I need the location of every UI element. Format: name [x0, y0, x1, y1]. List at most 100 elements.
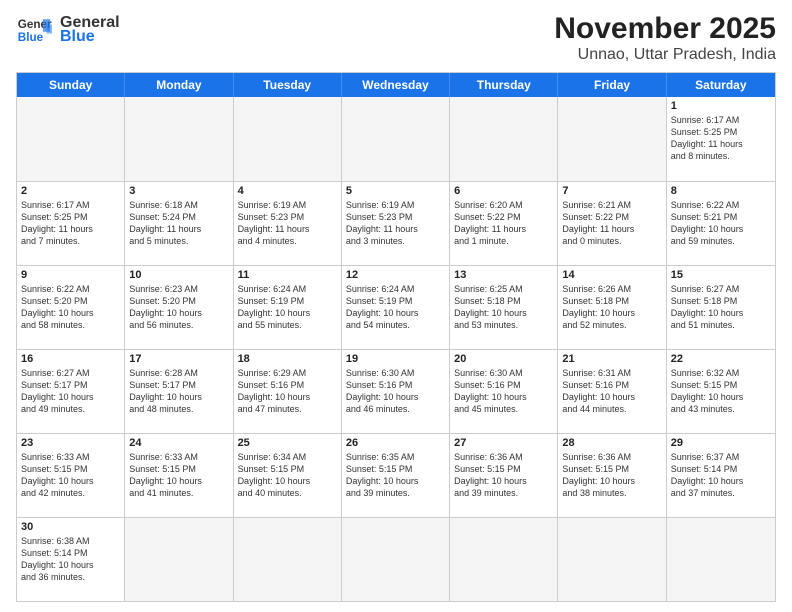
day-info: Sunrise: 6:19 AM Sunset: 5:23 PM Dayligh…: [346, 199, 445, 248]
calendar-cell: 26Sunrise: 6:35 AM Sunset: 5:15 PM Dayli…: [342, 434, 450, 517]
day-info: Sunrise: 6:22 AM Sunset: 5:20 PM Dayligh…: [21, 283, 120, 332]
day-number: 27: [454, 437, 553, 449]
day-info: Sunrise: 6:30 AM Sunset: 5:16 PM Dayligh…: [346, 367, 445, 416]
calendar-cell: [450, 97, 558, 181]
calendar-cell: 24Sunrise: 6:33 AM Sunset: 5:15 PM Dayli…: [125, 434, 233, 517]
day-info: Sunrise: 6:19 AM Sunset: 5:23 PM Dayligh…: [238, 199, 337, 248]
calendar-cell: [450, 518, 558, 601]
day-info: Sunrise: 6:30 AM Sunset: 5:16 PM Dayligh…: [454, 367, 553, 416]
calendar-cell: 23 Sunrise: 6:33 AM Sunset: 5:15 PM Dayli…: [17, 434, 125, 517]
page: General Blue General Blue November 2025 …: [0, 0, 792, 612]
day-number: 11: [238, 269, 337, 281]
calendar-cell: 21 Sunrise: 6:31 AM Sunset: 5:16 PM Dayli…: [558, 350, 666, 433]
calendar-cell: 10Sunrise: 6:23 AM Sunset: 5:20 PM Dayli…: [125, 266, 233, 349]
logo-icon: General Blue: [16, 12, 52, 48]
calendar-header: SundayMondayTuesdayWednesdayThursdayFrid…: [17, 73, 775, 97]
calendar-cell: 18 Sunrise: 6:29 AM Sunset: 5:16 PM Dayli…: [234, 350, 342, 433]
calendar-week-5: 30 Sunrise: 6:38 AM Sunset: 5:14 PM Dayli…: [17, 517, 775, 601]
logo-text-block: General Blue: [60, 14, 120, 46]
calendar-cell: 3 Sunrise: 6:18 AM Sunset: 5:24 PM Daylig…: [125, 182, 233, 265]
day-info: Sunrise: 6:21 AM Sunset: 5:22 PM Dayligh…: [562, 199, 661, 248]
calendar: SundayMondayTuesdayWednesdayThursdayFrid…: [16, 72, 776, 602]
day-info: Sunrise: 6:38 AM Sunset: 5:14 PM Dayligh…: [21, 535, 120, 584]
day-number: 19: [346, 353, 445, 365]
day-info: Sunrise: 6:17 AM Sunset: 5:25 PM Dayligh…: [671, 114, 771, 163]
header-day-thursday: Thursday: [450, 73, 558, 97]
day-info: Sunrise: 6:34 AM Sunset: 5:15 PM Dayligh…: [238, 451, 337, 500]
day-info: Sunrise: 6:26 AM Sunset: 5:18 PM Dayligh…: [562, 283, 661, 332]
day-number: 9: [21, 269, 120, 281]
day-info: Sunrise: 6:22 AM Sunset: 5:21 PM Dayligh…: [671, 199, 771, 248]
calendar-cell: 6 Sunrise: 6:20 AM Sunset: 5:22 PM Daylig…: [450, 182, 558, 265]
day-info: Sunrise: 6:23 AM Sunset: 5:20 PM Dayligh…: [129, 283, 228, 332]
day-info: Sunrise: 6:17 AM Sunset: 5:25 PM Dayligh…: [21, 199, 120, 248]
day-number: 16: [21, 353, 120, 365]
svg-text:Blue: Blue: [18, 31, 44, 44]
day-number: 12: [346, 269, 445, 281]
day-number: 23: [21, 437, 120, 449]
day-number: 21: [562, 353, 661, 365]
calendar-cell: 2 Sunrise: 6:17 AM Sunset: 5:25 PM Daylig…: [17, 182, 125, 265]
calendar-cell: 12 Sunrise: 6:24 AM Sunset: 5:19 PM Dayli…: [342, 266, 450, 349]
header-day-tuesday: Tuesday: [234, 73, 342, 97]
calendar-week-3: 16 Sunrise: 6:27 AM Sunset: 5:17 PM Dayli…: [17, 349, 775, 433]
day-info: Sunrise: 6:27 AM Sunset: 5:18 PM Dayligh…: [671, 283, 771, 332]
day-info: Sunrise: 6:36 AM Sunset: 5:15 PM Dayligh…: [454, 451, 553, 500]
header: General Blue General Blue November 2025 …: [16, 12, 776, 64]
calendar-cell: 15Sunrise: 6:27 AM Sunset: 5:18 PM Dayli…: [667, 266, 775, 349]
day-info: Sunrise: 6:20 AM Sunset: 5:22 PM Dayligh…: [454, 199, 553, 248]
day-number: 14: [562, 269, 661, 281]
calendar-cell: 20Sunrise: 6:30 AM Sunset: 5:16 PM Dayli…: [450, 350, 558, 433]
day-info: Sunrise: 6:27 AM Sunset: 5:17 PM Dayligh…: [21, 367, 120, 416]
day-info: Sunrise: 6:24 AM Sunset: 5:19 PM Dayligh…: [346, 283, 445, 332]
calendar-cell: [234, 518, 342, 601]
day-info: Sunrise: 6:25 AM Sunset: 5:18 PM Dayligh…: [454, 283, 553, 332]
day-info: Sunrise: 6:33 AM Sunset: 5:15 PM Dayligh…: [21, 451, 120, 500]
day-number: 2: [21, 185, 120, 197]
calendar-cell: 1 Sunrise: 6:17 AM Sunset: 5:25 PM Daylig…: [667, 97, 775, 181]
calendar-cell: [125, 97, 233, 181]
calendar-cell: 13Sunrise: 6:25 AM Sunset: 5:18 PM Dayli…: [450, 266, 558, 349]
day-number: 6: [454, 185, 553, 197]
day-info: Sunrise: 6:29 AM Sunset: 5:16 PM Dayligh…: [238, 367, 337, 416]
calendar-cell: 5 Sunrise: 6:19 AM Sunset: 5:23 PM Daylig…: [342, 182, 450, 265]
calendar-body: 1 Sunrise: 6:17 AM Sunset: 5:25 PM Daylig…: [17, 97, 775, 601]
calendar-cell: 25 Sunrise: 6:34 AM Sunset: 5:15 PM Dayli…: [234, 434, 342, 517]
calendar-cell: 14 Sunrise: 6:26 AM Sunset: 5:18 PM Dayli…: [558, 266, 666, 349]
day-number: 18: [238, 353, 337, 365]
calendar-cell: 28Sunrise: 6:36 AM Sunset: 5:15 PM Dayli…: [558, 434, 666, 517]
calendar-cell: [342, 97, 450, 181]
day-number: 22: [671, 353, 771, 365]
header-day-sunday: Sunday: [17, 73, 125, 97]
title-block: November 2025 Unnao, Uttar Pradesh, Indi…: [554, 12, 776, 64]
page-title: November 2025: [554, 12, 776, 46]
calendar-cell: 16 Sunrise: 6:27 AM Sunset: 5:17 PM Dayli…: [17, 350, 125, 433]
day-number: 7: [562, 185, 661, 197]
calendar-cell: 17Sunrise: 6:28 AM Sunset: 5:17 PM Dayli…: [125, 350, 233, 433]
day-info: Sunrise: 6:18 AM Sunset: 5:24 PM Dayligh…: [129, 199, 228, 248]
calendar-cell: 29 Sunrise: 6:37 AM Sunset: 5:14 PM Dayli…: [667, 434, 775, 517]
calendar-cell: 30 Sunrise: 6:38 AM Sunset: 5:14 PM Dayli…: [17, 518, 125, 601]
calendar-cell: 7 Sunrise: 6:21 AM Sunset: 5:22 PM Daylig…: [558, 182, 666, 265]
calendar-cell: [558, 518, 666, 601]
day-number: 26: [346, 437, 445, 449]
day-info: Sunrise: 6:33 AM Sunset: 5:15 PM Dayligh…: [129, 451, 228, 500]
header-day-saturday: Saturday: [667, 73, 775, 97]
day-number: 29: [671, 437, 771, 449]
day-info: Sunrise: 6:31 AM Sunset: 5:16 PM Dayligh…: [562, 367, 661, 416]
day-number: 30: [21, 521, 120, 533]
day-info: Sunrise: 6:28 AM Sunset: 5:17 PM Dayligh…: [129, 367, 228, 416]
calendar-cell: 9 Sunrise: 6:22 AM Sunset: 5:20 PM Daylig…: [17, 266, 125, 349]
day-number: 25: [238, 437, 337, 449]
calendar-cell: 4Sunrise: 6:19 AM Sunset: 5:23 PM Daylig…: [234, 182, 342, 265]
header-day-wednesday: Wednesday: [342, 73, 450, 97]
day-info: Sunrise: 6:37 AM Sunset: 5:14 PM Dayligh…: [671, 451, 771, 500]
day-info: Sunrise: 6:24 AM Sunset: 5:19 PM Dayligh…: [238, 283, 337, 332]
calendar-week-1: 2 Sunrise: 6:17 AM Sunset: 5:25 PM Daylig…: [17, 181, 775, 265]
day-number: 1: [671, 100, 771, 112]
day-number: 3: [129, 185, 228, 197]
calendar-cell: [17, 97, 125, 181]
page-subtitle: Unnao, Uttar Pradesh, India: [554, 46, 776, 64]
calendar-week-4: 23 Sunrise: 6:33 AM Sunset: 5:15 PM Dayli…: [17, 433, 775, 517]
day-number: 5: [346, 185, 445, 197]
